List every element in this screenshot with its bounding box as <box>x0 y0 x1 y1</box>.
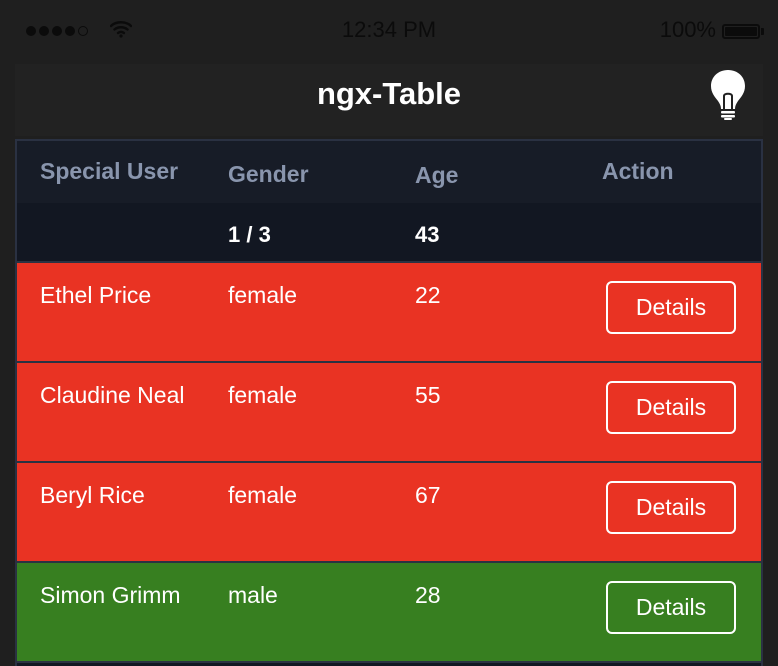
user-age: 67 <box>415 482 441 508</box>
user-age: 28 <box>415 582 441 608</box>
column-header-action[interactable]: Action <box>602 158 674 185</box>
details-button[interactable]: Details <box>606 381 736 434</box>
filter-summary-row: 1 / 3 43 <box>17 203 761 263</box>
details-button[interactable]: Details <box>606 281 736 334</box>
details-button[interactable]: Details <box>606 581 736 634</box>
user-gender: female <box>228 482 298 508</box>
battery-icon <box>722 24 760 39</box>
lightbulb-icon[interactable] <box>708 68 748 120</box>
age-filter-summary: 43 <box>415 222 440 247</box>
table-row: Ethel Price female 22 Details <box>17 263 761 363</box>
user-name: Ethel Price <box>40 282 152 308</box>
table-row: Claudine Neal female 55 Details <box>17 363 761 463</box>
page-title: ngx-Table <box>316 76 462 111</box>
user-gender: male <box>228 582 278 608</box>
table-row: Simon Grimm male 28 Details <box>17 563 761 663</box>
data-table: Special User Gender Age Action 1 / 3 43 … <box>15 139 763 666</box>
table-header: Special User Gender Age Action <box>17 141 761 203</box>
user-name: Claudine Neal <box>40 382 185 408</box>
app-screen: 12:34 PM 100% ngx-Table Special User Gen… <box>0 0 778 666</box>
column-header-special-user[interactable]: Special User <box>40 158 178 185</box>
user-name: Simon Grimm <box>40 582 181 608</box>
details-button[interactable]: Details <box>606 481 736 534</box>
battery-percentage: 100% <box>659 17 716 42</box>
column-header-gender[interactable]: Gender <box>228 161 309 188</box>
table-row: Beryl Rice female 67 Details <box>17 463 761 563</box>
user-gender: female <box>228 282 298 308</box>
user-age: 55 <box>415 382 441 408</box>
user-age: 22 <box>415 282 441 308</box>
user-name: Beryl Rice <box>40 482 145 508</box>
gender-filter-summary: 1 / 3 <box>228 222 271 247</box>
status-bar: 12:34 PM 100% <box>10 0 768 64</box>
battery-cap <box>761 28 764 35</box>
status-time: 12:34 PM <box>341 17 437 42</box>
user-gender: female <box>228 382 298 408</box>
column-header-age[interactable]: Age <box>415 162 458 189</box>
navbar: ngx-Table <box>15 64 763 136</box>
battery-fill <box>725 27 757 36</box>
